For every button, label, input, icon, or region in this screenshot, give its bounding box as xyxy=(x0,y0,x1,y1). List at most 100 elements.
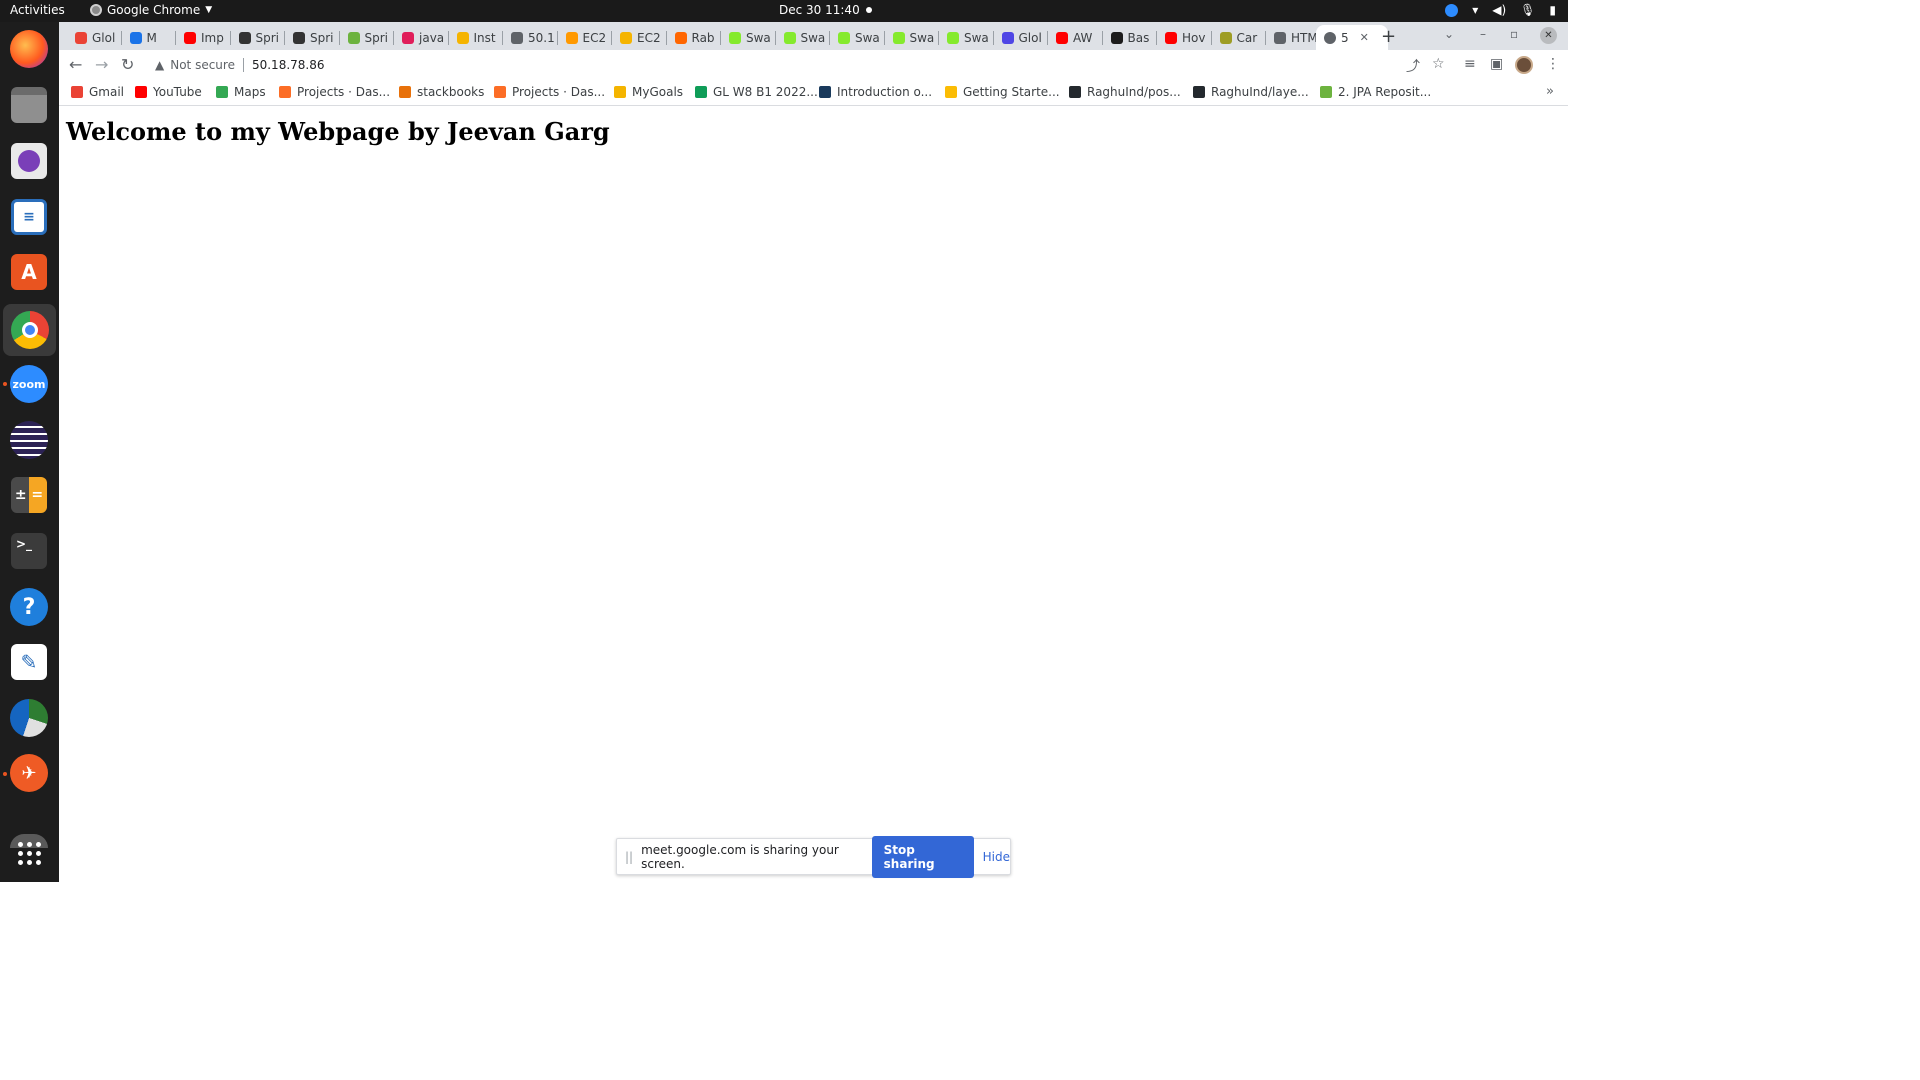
tab[interactable]: java xyxy=(394,25,449,50)
bookmark-item[interactable]: YouTube xyxy=(135,85,202,99)
bookmark-item[interactable]: stackbooks xyxy=(399,85,484,99)
bookmark-item[interactable]: Getting Starte... xyxy=(945,85,1060,99)
screenshot-logo xyxy=(11,143,47,179)
more-bookmarks-icon[interactable]: » xyxy=(1546,84,1554,99)
tab-label: Spri xyxy=(310,30,334,45)
tab[interactable]: Swa xyxy=(939,25,994,50)
tab-label: Swa xyxy=(964,30,989,45)
new-tab-button[interactable]: + xyxy=(1381,26,1396,47)
firefox-icon[interactable] xyxy=(8,28,50,70)
chrome-app-icon xyxy=(90,4,102,16)
tab[interactable]: Swa xyxy=(776,25,830,50)
tab-favicon-icon xyxy=(347,31,360,44)
software-icon[interactable]: A xyxy=(8,251,50,293)
text-editor-icon[interactable]: ✎ xyxy=(8,641,50,683)
tab[interactable]: Glol xyxy=(67,25,122,50)
text-editor-logo: ✎ xyxy=(11,644,47,680)
security-label[interactable]: Not secure xyxy=(170,58,235,72)
forward-button[interactable]: → xyxy=(95,55,108,74)
calculator-logo: ± = xyxy=(11,477,47,513)
bookmark-item[interactable]: MyGoals xyxy=(614,85,683,99)
tab-active[interactable]: 5 ✕ xyxy=(1316,25,1388,50)
share-message: meet.google.com is sharing your screen. xyxy=(641,842,839,871)
tab[interactable]: M xyxy=(122,25,176,50)
reading-list-icon[interactable]: ≡ xyxy=(1464,56,1476,72)
tab[interactable]: Spri xyxy=(231,25,285,50)
screenshot-icon[interactable] xyxy=(8,140,50,182)
profile-avatar[interactable] xyxy=(1515,56,1533,74)
tab-label: 50.1 xyxy=(528,30,555,45)
bookmark-item[interactable]: Introduction o... xyxy=(819,85,932,99)
menu-icon[interactable]: ⋮ xyxy=(1546,56,1560,72)
tab[interactable]: Inst xyxy=(449,25,503,50)
zoom-icon[interactable]: zoom xyxy=(8,363,50,405)
tab[interactable]: Bas xyxy=(1103,25,1157,50)
tab-label: Spri xyxy=(255,30,280,45)
side-panel-icon[interactable]: ▣ xyxy=(1490,56,1503,72)
writer-icon[interactable]: ≡ xyxy=(8,196,50,238)
tab-label: M xyxy=(146,30,157,45)
terminal-logo: >_ xyxy=(11,533,47,569)
tab[interactable]: Swa xyxy=(830,25,885,50)
files-icon[interactable] xyxy=(8,84,50,126)
bookmark-item[interactable]: RaghuInd/pos... xyxy=(1069,85,1181,99)
close-window-button[interactable]: ✕ xyxy=(1540,27,1557,44)
bookmark-item[interactable]: Maps xyxy=(216,85,266,99)
tab[interactable]: EC2 xyxy=(612,25,667,50)
reload-button[interactable]: ↻ xyxy=(121,55,134,74)
bookmark-item[interactable]: Gmail xyxy=(71,85,124,99)
zoom-tray-icon[interactable] xyxy=(1445,3,1459,17)
tab[interactable]: Spri xyxy=(340,25,394,50)
bookmark-item[interactable]: RaghuInd/laye... xyxy=(1193,85,1309,99)
network-icon[interactable] xyxy=(8,697,50,739)
address-bar[interactable]: ▲ Not secure 50.18.78.86 xyxy=(147,52,1407,78)
back-button[interactable]: ← xyxy=(69,55,82,74)
tab[interactable]: Glol xyxy=(994,25,1048,50)
tab[interactable]: Swa xyxy=(721,25,776,50)
close-tab-icon[interactable]: ✕ xyxy=(1360,31,1369,44)
bookmark-item[interactable]: 2. JPA Reposit... xyxy=(1320,85,1431,99)
bookmark-label: MyGoals xyxy=(632,85,684,99)
postman-icon[interactable]: ✈ xyxy=(8,752,50,794)
minimize-button[interactable]: – xyxy=(1480,27,1486,41)
eclipse-icon[interactable] xyxy=(8,419,50,461)
share-icon[interactable]: ⤴ xyxy=(1406,56,1420,76)
bookmark-star-icon[interactable]: ☆ xyxy=(1432,56,1445,72)
calculator-icon[interactable]: ± = xyxy=(8,474,50,516)
chrome-icon[interactable] xyxy=(3,304,56,356)
wifi-icon: ▾ xyxy=(1472,3,1479,17)
tab-label: java xyxy=(419,30,445,45)
bookmark-favicon-icon xyxy=(494,86,506,98)
tab[interactable]: Spri xyxy=(285,25,340,50)
stop-sharing-button[interactable]: Stop sharing xyxy=(871,835,974,878)
app-grid-icon[interactable] xyxy=(8,832,50,874)
tab[interactable]: Rab xyxy=(667,25,721,50)
tab[interactable]: Car xyxy=(1212,25,1266,50)
tab-search-icon[interactable]: ⌄ xyxy=(1444,27,1454,41)
tab[interactable]: Imp xyxy=(176,25,231,50)
help-icon[interactable]: ? xyxy=(8,586,50,628)
activities-button[interactable]: Activities xyxy=(10,3,65,17)
tab[interactable]: Swa xyxy=(885,25,939,50)
clock[interactable]: Dec 30 11:40 xyxy=(779,3,872,17)
tab[interactable]: HTM xyxy=(1266,25,1321,50)
bookmark-item[interactable]: Projects · Das... xyxy=(494,85,605,99)
maximize-button[interactable]: ▫ xyxy=(1510,27,1518,41)
bookmark-item[interactable]: GL W8 B1 2022... xyxy=(695,85,818,99)
drag-handle-icon[interactable]: || xyxy=(625,850,633,864)
tab[interactable]: EC2 xyxy=(558,25,612,50)
files-logo xyxy=(11,87,47,123)
bookmark-item[interactable]: Projects · Das... xyxy=(279,85,390,99)
tab[interactable]: AW xyxy=(1048,25,1103,50)
screen-share-bar: || meet.google.com is sharing your scree… xyxy=(616,835,1011,878)
bookmark-favicon-icon xyxy=(399,86,411,98)
url-text[interactable]: 50.18.78.86 xyxy=(252,58,325,72)
tab[interactable]: 50.1 xyxy=(503,25,558,50)
app-menu[interactable]: Google Chrome ▼ xyxy=(90,3,212,17)
terminal-icon[interactable]: >_ xyxy=(8,530,50,572)
tab-favicon-icon xyxy=(1274,31,1286,44)
bookmark-label: 2. JPA Reposit... xyxy=(1338,85,1432,99)
system-tray[interactable]: ▾ ◀) 🎙 ▮ xyxy=(1445,3,1556,17)
hide-button[interactable]: Hide xyxy=(983,850,1010,864)
tab[interactable]: Hov xyxy=(1157,25,1212,50)
